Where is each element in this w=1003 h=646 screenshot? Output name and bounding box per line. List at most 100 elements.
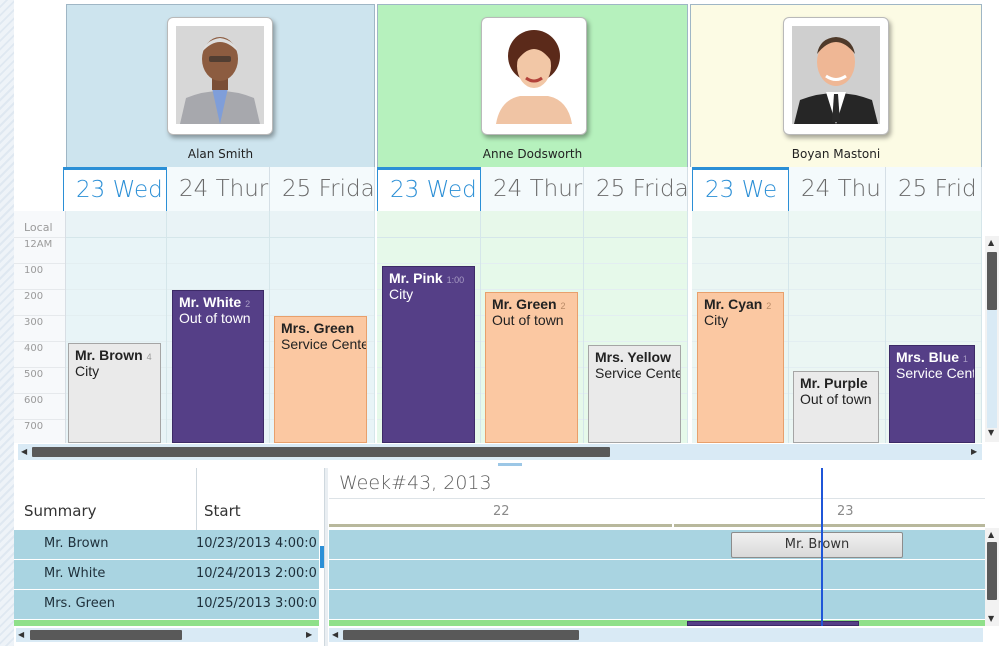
timeline-row[interactable]: [329, 590, 985, 620]
cell-summary: Mr. White: [44, 566, 106, 581]
column-header-start[interactable]: Start: [196, 468, 318, 531]
table-row[interactable]: Mrs. Green 10/25/2013 3:00:0: [14, 590, 319, 620]
timeline-view: Week#43, 2013 22 23 Mr. Brown ◀: [329, 468, 985, 646]
avatar: [783, 17, 889, 135]
scrollbar-thumb[interactable]: [343, 630, 579, 640]
timeline-row[interactable]: [329, 620, 985, 626]
day-header-boyan-25[interactable]: 25 Frid: [886, 167, 982, 211]
scrollbar-thumb[interactable]: [30, 630, 182, 640]
scroll-down-icon[interactable]: ▼: [988, 428, 994, 437]
appointment-location: Out of town: [492, 312, 564, 328]
appointment-location: Service Cente: [595, 365, 681, 381]
hour-label: 300: [24, 317, 44, 328]
day-header-alan-23[interactable]: 23 Wed: [63, 167, 167, 211]
scheduler-vertical-scrollbar[interactable]: ▲ ▼: [985, 236, 999, 442]
day-header-alan-24[interactable]: 24 Thur: [167, 167, 270, 211]
table-row[interactable]: [14, 620, 319, 626]
hour-label: 100: [24, 265, 44, 276]
left-edge-strip: [0, 0, 14, 646]
resource-header-anne-dodsworth: Anne Dodsworth: [377, 4, 688, 167]
appointment-mr-cyan[interactable]: Mr. Cyan 2 City: [697, 292, 784, 443]
column-header-summary[interactable]: Summary: [14, 468, 197, 531]
hour-label: 600: [24, 395, 44, 406]
avatar: [481, 17, 587, 135]
timeline-day-tick: 22: [493, 504, 510, 519]
hour-label: 200: [24, 291, 44, 302]
scroll-left-icon[interactable]: ◀: [21, 447, 27, 456]
scrollbar-thumb[interactable]: [987, 252, 997, 310]
appointment-location: City: [704, 312, 729, 328]
appointment-title: Mr. Purple: [800, 375, 868, 391]
grid-timeline-divider[interactable]: [324, 468, 328, 646]
resource-name: Anne Dodsworth: [482, 147, 583, 161]
appointment-mr-brown[interactable]: Mr. Brown 4 City: [68, 343, 161, 443]
appointment-title: Mr. Cyan: [704, 296, 763, 312]
appointment-title: Mr. Pink: [389, 270, 443, 286]
appointment-time-peek: 1: [962, 354, 968, 364]
appointment-mrs-blue[interactable]: Mrs. Blue 1 Service Cent: [889, 345, 975, 443]
resource-header-boyan-mastoni: Boyan Mastoni: [690, 4, 982, 167]
appointments-grid: Summary Start Mr. Brown 10/23/2013 4:00:…: [14, 468, 324, 646]
appointment-location: Out of town: [179, 310, 251, 326]
scroll-left-icon[interactable]: ◀: [332, 630, 338, 639]
appointment-title: Mrs. Blue: [896, 349, 960, 365]
timeline-row[interactable]: [329, 560, 985, 590]
day-header-anne-25[interactable]: 25 Frida: [584, 167, 688, 211]
cell-start: 10/23/2013 4:00:0: [196, 536, 316, 551]
appointment-location: Service Cente: [281, 336, 367, 352]
hour-label: 500: [24, 369, 44, 380]
appointment-location: Out of town: [800, 391, 872, 407]
scroll-down-icon[interactable]: ▼: [988, 614, 994, 623]
hour-label: 400: [24, 343, 44, 354]
appointment-time-peek: 1:00: [446, 275, 465, 285]
scrollbar-thumb[interactable]: [32, 447, 610, 457]
scroll-right-icon[interactable]: ▶: [306, 630, 312, 639]
appointment-title: Mrs. Green: [281, 320, 355, 336]
day-header-boyan-24[interactable]: 24 Thu: [789, 167, 886, 211]
timeline-bar-peek[interactable]: [687, 621, 859, 626]
appointment-time-peek: 2: [560, 301, 566, 311]
splitter-handle[interactable]: [498, 463, 522, 466]
column-header-label: Start: [204, 502, 241, 520]
appointment-mrs-yellow[interactable]: Mrs. Yellow Service Cente: [588, 345, 681, 443]
scroll-right-icon[interactable]: ▶: [971, 447, 977, 456]
appointment-mr-pink[interactable]: Mr. Pink 1:00 City: [382, 266, 475, 443]
hour-label: 700: [24, 421, 44, 432]
table-row[interactable]: Mr. White 10/24/2013 2:00:0: [14, 560, 319, 590]
timeline-horizontal-scrollbar[interactable]: ◀: [329, 628, 983, 642]
appointment-mr-green[interactable]: Mr. Green 2 Out of town: [485, 292, 578, 443]
resource-name: Boyan Mastoni: [791, 147, 881, 161]
scheduler-horizontal-scrollbar[interactable]: ◀ ▶: [18, 444, 982, 460]
person-photo-icon: [176, 26, 264, 124]
time-ruler: Local 12AM 100 200 300 400 500 600 700: [14, 211, 66, 443]
cell-start: 10/24/2013 2:00:0: [196, 566, 316, 581]
timeline-appointment-label: Mr. Brown: [784, 537, 850, 552]
cell-start: 10/25/2013 3:00:0: [196, 596, 316, 611]
day-header-anne-23[interactable]: 23 Wed: [377, 167, 481, 211]
scrollbar-thumb[interactable]: [987, 542, 997, 600]
grid-horizontal-scrollbar[interactable]: ◀ ▶: [16, 628, 318, 642]
appointment-title: Mrs. Yellow: [595, 349, 671, 365]
table-row[interactable]: Mr. Brown 10/23/2013 4:00:0: [14, 530, 319, 560]
day-header-anne-24[interactable]: 24 Thur: [481, 167, 584, 211]
day-header-alan-25[interactable]: 25 Frida: [270, 167, 375, 211]
appointment-location: Service Cent: [896, 365, 975, 381]
appointment-time-peek: 2: [766, 301, 772, 311]
day-header-boyan-23[interactable]: 23 We: [692, 167, 789, 211]
appointment-title: Mr. Brown: [75, 347, 143, 363]
appointment-location: City: [389, 286, 414, 302]
scroll-up-icon[interactable]: ▲: [988, 530, 994, 539]
timezone-label: Local: [24, 221, 53, 234]
scroll-left-icon[interactable]: ◀: [18, 630, 24, 639]
cell-summary: Mrs. Green: [44, 596, 115, 611]
timeline-vertical-scrollbar[interactable]: ▲ ▼: [985, 528, 999, 626]
appointment-title: Mr. White: [179, 294, 242, 310]
appointment-mr-purple[interactable]: Mr. Purple Out of town: [793, 371, 879, 443]
appointment-time-peek: 2: [245, 299, 251, 309]
resource-header-alan-smith: Alan Smith: [66, 4, 375, 167]
appointment-mrs-green[interactable]: Mrs. Green Service Cente: [274, 316, 367, 443]
timeline-appointment-bar[interactable]: Mr. Brown: [731, 532, 903, 558]
scroll-up-icon[interactable]: ▲: [988, 238, 994, 247]
resource-name: Alan Smith: [187, 147, 254, 161]
appointment-mr-white[interactable]: Mr. White 2 Out of town: [172, 290, 264, 443]
